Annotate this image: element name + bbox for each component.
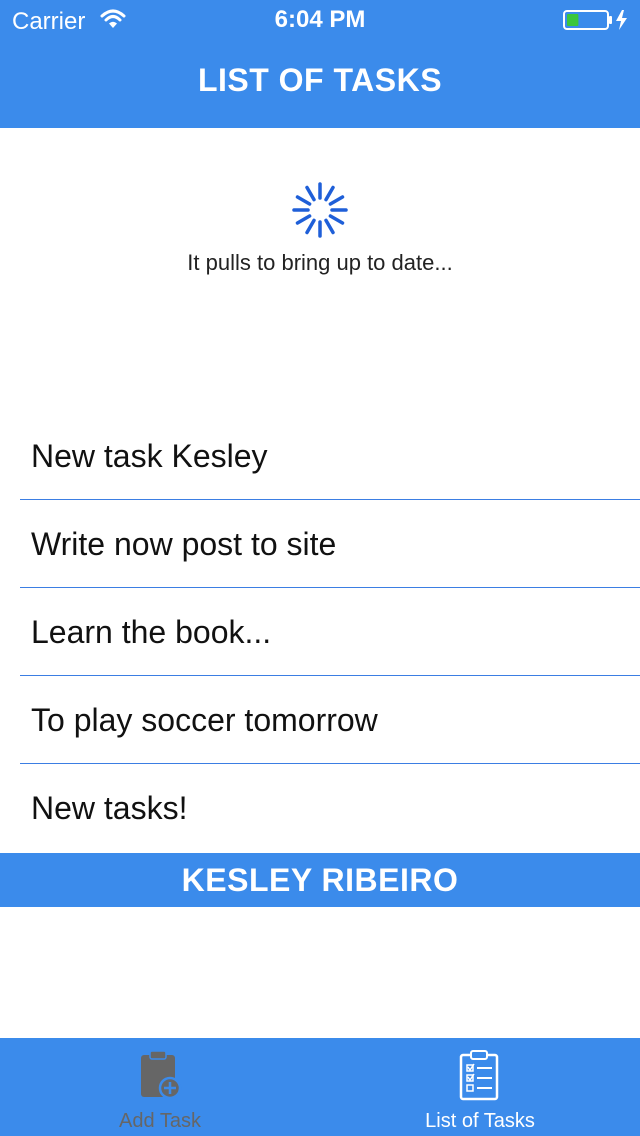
page-title: LIST OF TASKS bbox=[197, 62, 443, 98]
task-row[interactable]: New task Kesley bbox=[0, 412, 640, 500]
battery-level-fill bbox=[567, 14, 579, 26]
task-list: New task Kesley Write now post to site Lea… bbox=[0, 412, 640, 852]
spinner-spoke bbox=[328, 214, 345, 225]
task-title: To play soccer tomorrow bbox=[31, 702, 378, 738]
tab-add-task-label: Add Task bbox=[119, 1110, 201, 1132]
author-banner: KESLEY RIBEIRO bbox=[0, 853, 640, 907]
task-title: Write now post to site bbox=[31, 526, 337, 562]
status-time: 6:04 PM bbox=[274, 6, 366, 33]
clipboard-add-icon bbox=[141, 1050, 182, 1100]
task-row[interactable]: Write now post to site bbox=[0, 500, 640, 588]
spinner-spoke bbox=[324, 185, 335, 202]
tab-list-of-tasks[interactable]: List of Tasks bbox=[320, 1038, 640, 1136]
spinner-spoke bbox=[295, 214, 312, 225]
loading-spinner-icon bbox=[292, 182, 348, 238]
task-title: New tasks! bbox=[31, 790, 188, 826]
task-row[interactable]: Learn the book... bbox=[0, 588, 640, 676]
spinner-spoke bbox=[305, 185, 316, 202]
tab-add-task[interactable]: Add Task bbox=[0, 1038, 320, 1136]
battery-icon bbox=[563, 10, 627, 30]
task-row[interactable]: To play soccer tomorrow bbox=[0, 676, 640, 764]
task-title: Learn the book... bbox=[31, 614, 272, 650]
tab-bar: Add Task List of Tasks bbox=[0, 1038, 640, 1136]
task-title: New task Kesley bbox=[31, 438, 268, 474]
status-bar: Carrier 6:04 PM bbox=[0, 0, 640, 40]
clipboard-list-icon bbox=[459, 1050, 499, 1101]
spinner-spoke bbox=[324, 218, 335, 235]
spinner-spoke bbox=[295, 195, 312, 206]
tab-list-of-tasks-label: List of Tasks bbox=[425, 1110, 535, 1132]
spinner-spoke bbox=[328, 195, 345, 206]
task-row[interactable]: New tasks! bbox=[0, 764, 640, 852]
spinner-spoke bbox=[305, 218, 316, 235]
navigation-header: Carrier 6:04 PM LIST OF TASKS bbox=[0, 0, 640, 128]
pull-to-refresh-text: It pulls to bring up to date... bbox=[187, 250, 453, 275]
